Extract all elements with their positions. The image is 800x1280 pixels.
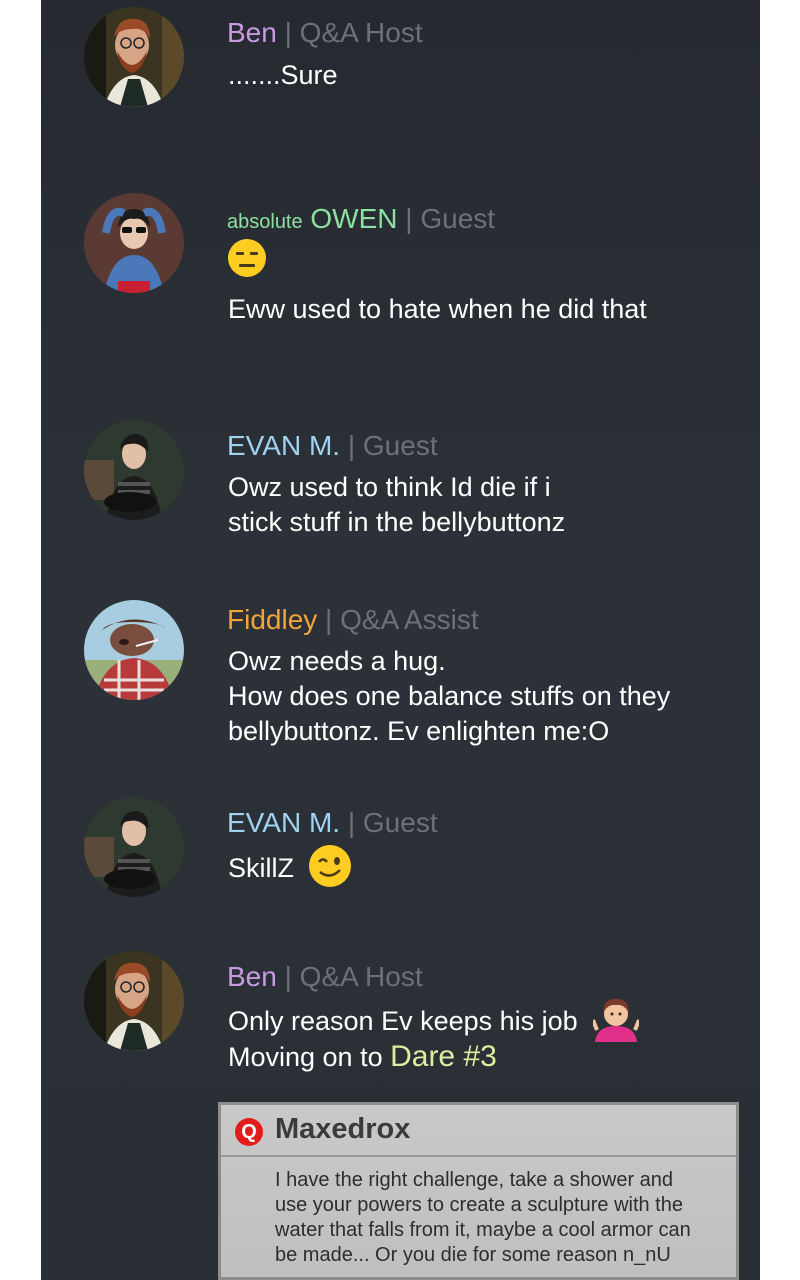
avatar-evan[interactable] bbox=[84, 420, 184, 520]
message-line: Moving on to Dare #3 bbox=[228, 1040, 497, 1074]
quote-author[interactable]: Maxedrox bbox=[275, 1113, 410, 1146]
sender-name[interactable]: Fiddley bbox=[227, 604, 317, 635]
message-text: Owz needs a hug. bbox=[228, 646, 446, 676]
expressionless-face-icon bbox=[227, 238, 267, 286]
sender-name[interactable]: OWEN bbox=[310, 203, 397, 234]
message-text: bellybuttonz. Ev enlighten me:O bbox=[228, 716, 610, 746]
name-separator: | bbox=[284, 961, 292, 992]
winking-face-icon bbox=[308, 844, 352, 896]
dare-highlight: Dare #3 bbox=[390, 1040, 497, 1073]
sender-prefix: absolute bbox=[227, 211, 303, 233]
sender-name[interactable]: Ben bbox=[227, 17, 277, 48]
quora-logo-icon: Q bbox=[235, 1118, 263, 1146]
message-text: SkillZ bbox=[228, 853, 294, 884]
message-text: How does one balance stuffs on they bbox=[228, 681, 671, 711]
sender-name[interactable]: Ben bbox=[227, 961, 277, 992]
name-separator: | bbox=[347, 430, 356, 461]
sender-name[interactable]: EVAN M. bbox=[227, 430, 340, 461]
avatar-ben[interactable] bbox=[84, 951, 184, 1051]
name-separator: | bbox=[284, 17, 292, 48]
message-text: .......Sure bbox=[228, 60, 338, 90]
message-text: Moving on to bbox=[228, 1042, 391, 1072]
name-separator: | bbox=[347, 807, 356, 838]
sender-role: Guest bbox=[362, 430, 438, 461]
shrugging-person-icon bbox=[591, 996, 642, 1050]
sender-role: Guest bbox=[420, 203, 496, 234]
message-text: stick stuff in the bellybuttonz bbox=[228, 507, 566, 537]
sender-name[interactable]: EVAN M. bbox=[227, 807, 340, 838]
quote-card: Q Maxedrox I have the right challenge, t… bbox=[218, 1102, 739, 1280]
quote-line: be made... Or you die for some reason n_… bbox=[275, 1244, 671, 1266]
quote-body: I have the right challenge, take a showe… bbox=[275, 1168, 725, 1268]
avatar-ben[interactable] bbox=[84, 7, 184, 107]
name-separator: | bbox=[405, 203, 413, 234]
sender-role: Guest bbox=[362, 807, 438, 838]
sender-role: Q&A Assist bbox=[340, 604, 479, 635]
sender-role: Q&A Host bbox=[299, 17, 423, 48]
sender-role: Q&A Host bbox=[299, 961, 423, 992]
quote-line: I have the right challenge, take a showe… bbox=[275, 1169, 674, 1191]
chat-panel: Ben | Q&A Host .......Sure absolute OWEN bbox=[41, 0, 760, 1280]
quote-header: Q Maxedrox bbox=[221, 1105, 736, 1157]
avatar-owen[interactable] bbox=[84, 193, 184, 293]
quote-line: use your powers to create a sculpture wi… bbox=[275, 1194, 683, 1216]
name-separator: | bbox=[325, 604, 333, 635]
avatar-fiddley[interactable] bbox=[84, 600, 184, 700]
message-text: Owz used to think Id die if i bbox=[228, 472, 551, 502]
message-line: SkillZ bbox=[228, 844, 352, 896]
quote-line: water that falls from it, maybe a cool a… bbox=[275, 1219, 691, 1241]
avatar-evan[interactable] bbox=[84, 797, 184, 897]
message-text: Eww used to hate when he did that bbox=[228, 294, 647, 324]
message-text: Only reason Ev keeps his job bbox=[228, 1006, 578, 1037]
